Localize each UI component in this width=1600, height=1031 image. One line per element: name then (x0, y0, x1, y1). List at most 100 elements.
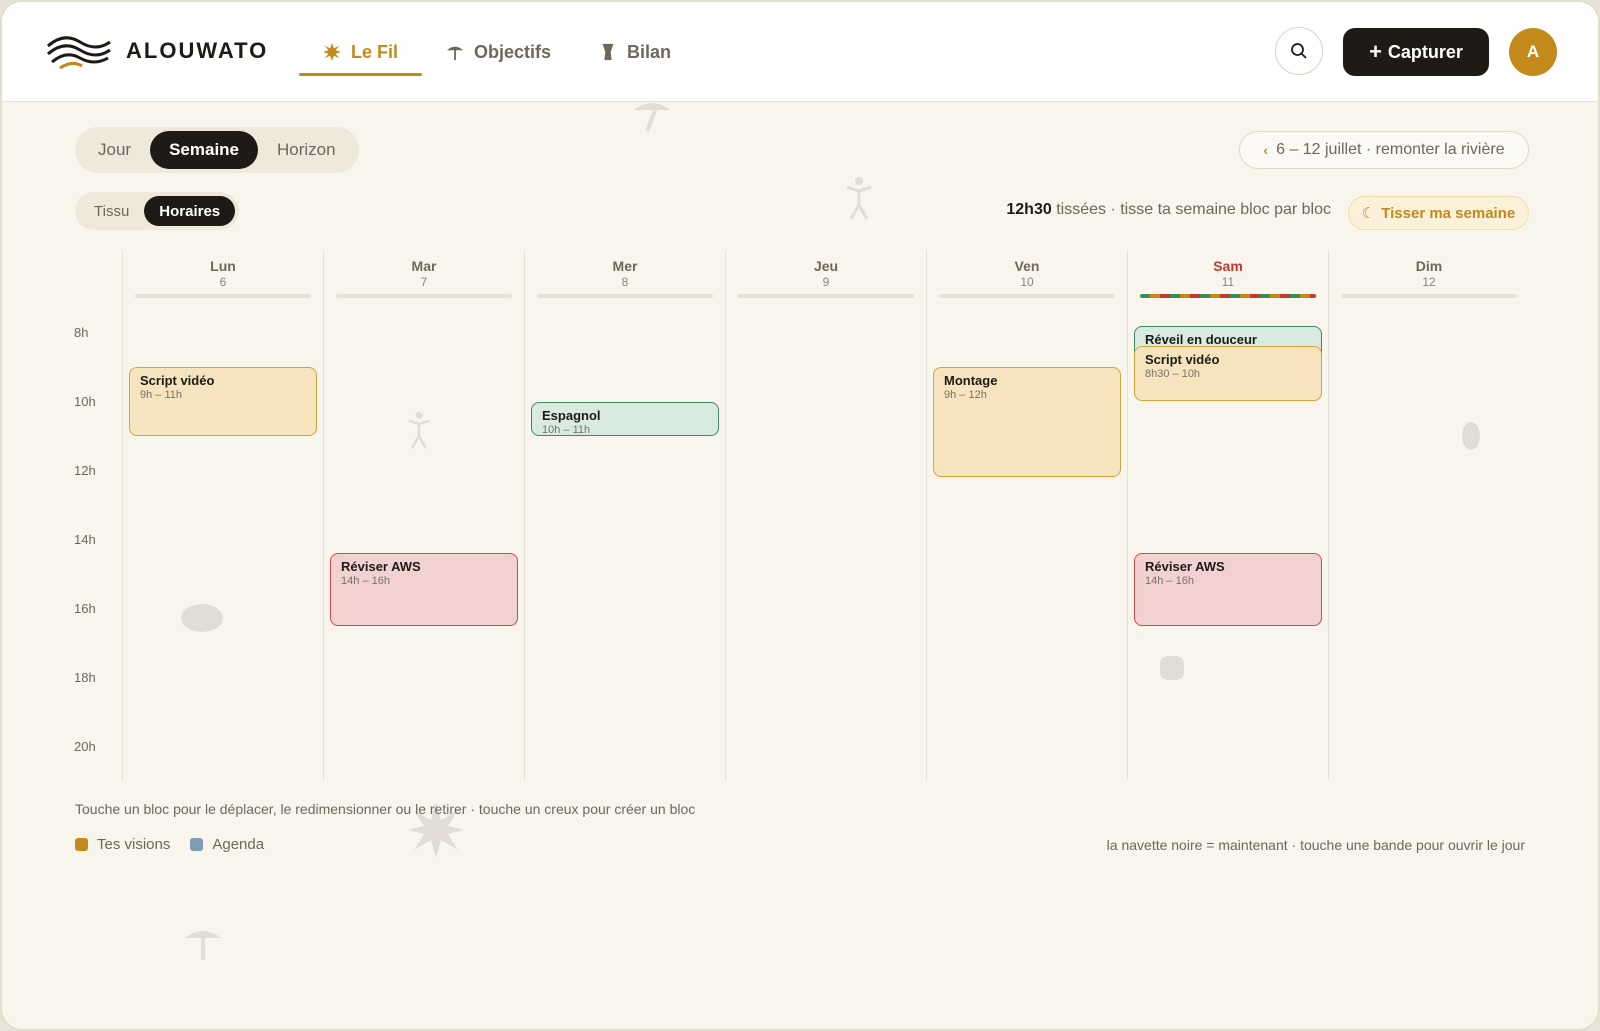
event-block[interactable]: Montage 9h – 12h (933, 367, 1121, 478)
summary-text: tissées · tisse ta semaine bloc par bloc (1056, 201, 1331, 218)
day-band[interactable] (537, 294, 713, 298)
main-nav: Le Fil Objectifs Bilan (299, 2, 695, 102)
user-avatar[interactable]: A (1509, 28, 1557, 76)
day-band[interactable] (738, 294, 914, 298)
umbrella-icon (446, 46, 464, 61)
day-name: Lun (210, 258, 236, 274)
event-block[interactable]: Réviser AWS 14h – 16h (330, 553, 518, 626)
day-column[interactable]: Ven 10 Montage 9h – 12h (926, 250, 1127, 780)
day-header[interactable]: Mer 8 (525, 258, 725, 289)
brand-name: ALOUWATO (126, 38, 269, 63)
day-number: 9 (822, 275, 830, 289)
event-title: Réviser AWS (341, 559, 421, 575)
view-switch: Jour Semaine Horizon (75, 127, 359, 173)
event-block[interactable]: Réviser AWS 14h – 16h (1134, 553, 1322, 626)
day-name: Mer (612, 258, 638, 274)
event-block[interactable]: Script vidéo 8h30 – 10h (1134, 346, 1322, 402)
sun-icon (323, 43, 341, 61)
mode-switch: Tissu Horaires (75, 192, 240, 230)
day-number: 6 (219, 275, 227, 289)
day-band[interactable] (1341, 294, 1517, 298)
event-block[interactable]: Script vidéo 9h – 11h (129, 367, 317, 436)
day-column[interactable]: Lun 6 Script vidéo 9h – 11h (122, 250, 323, 780)
day-number: 12 (1422, 275, 1436, 289)
event-time: 8h30 – 10h (1145, 368, 1201, 381)
event-time: 9h – 11h (140, 389, 183, 401)
legend-note: la navette noire = maintenant · touche u… (1106, 837, 1525, 853)
event-block[interactable]: Espagnol 10h – 11h (531, 401, 719, 436)
event-title: Script vidéo (140, 373, 215, 388)
day-name: Jeu (813, 258, 839, 274)
day-band[interactable] (939, 294, 1115, 298)
waves-logo-icon (47, 36, 111, 70)
day-header[interactable]: Jeu 9 (726, 258, 926, 289)
drum-icon (602, 43, 614, 61)
nav-tab-bilan[interactable]: Bilan (575, 2, 695, 102)
nav-tab-objectifs[interactable]: Objectifs (422, 2, 575, 102)
search-button[interactable] (1275, 27, 1323, 75)
day-band[interactable] (336, 294, 512, 298)
event-title: Montage (944, 373, 998, 388)
nav-tab-label: Le Fil (351, 41, 399, 62)
brand-logo[interactable]: ALOUWATO (46, 30, 268, 72)
legend-label: Tes visions (97, 836, 171, 853)
event-time: 14h – 16h (1145, 575, 1194, 588)
hour-label: 10h (74, 393, 96, 409)
moon-icon: ☾ (1361, 205, 1376, 222)
search-icon (1291, 43, 1307, 59)
week-range-button[interactable]: ‹ 6 – 12 juillet · remonter la rivière (1239, 131, 1529, 169)
usage-hint: Touche un bloc pour le déplacer, le redi… (75, 801, 696, 817)
day-band[interactable] (135, 294, 311, 298)
dancer-decoration-icon (846, 177, 872, 220)
event-title: Espagnol (542, 407, 601, 423)
day-column[interactable]: Jeu 9 (725, 250, 926, 780)
plus-icon: + (1369, 39, 1382, 64)
event-time: 14h – 16h (341, 575, 390, 588)
view-option-jour[interactable]: Jour (79, 131, 150, 169)
day-number: 11 (1221, 275, 1235, 289)
day-header[interactable]: Lun 6 (123, 258, 323, 289)
day-band[interactable] (1140, 294, 1316, 298)
day-column[interactable]: Mer 8 Espagnol 10h – 11h (524, 250, 725, 780)
hour-label: 18h (74, 669, 96, 685)
hour-label: 14h (74, 531, 96, 547)
week-summary: 12h30 tissées · tisse ta semaine bloc pa… (1006, 201, 1331, 219)
view-option-semaine[interactable]: Semaine (150, 131, 259, 169)
week-calendar: 8h 10h 12h 14h 16h 18h 20h Lun 6 Script vidéo 9h –… (2, 250, 1598, 785)
umbrella-decoration-icon-2 (185, 931, 221, 960)
nav-tab-le-fil[interactable]: Le Fil (299, 2, 423, 102)
event-time: 9h – 12h (944, 389, 987, 401)
umbrella-decoration-icon (634, 103, 670, 132)
capture-button[interactable]: + Capturer (1343, 28, 1489, 76)
legend: Tes visions Agenda (75, 836, 264, 853)
day-header[interactable]: Dim 12 (1329, 258, 1529, 289)
day-header[interactable]: Mar 7 (324, 258, 524, 289)
legend-item-agenda: Agenda (190, 836, 264, 853)
mode-option-tissu[interactable]: Tissu (79, 196, 144, 226)
day-header[interactable]: Ven 10 (927, 258, 1127, 289)
event-title: Script vidéo (1145, 352, 1220, 368)
day-number: 10 (1020, 275, 1034, 289)
hour-label: 20h (74, 738, 96, 754)
day-number: 7 (420, 275, 428, 289)
day-number: 8 (621, 275, 629, 289)
day-column[interactable]: Sam 11 Réveil en douceur Script vidéo 8h30 –… (1127, 250, 1328, 780)
chevron-left-icon: ‹ (1263, 142, 1269, 158)
legend-label: Agenda (212, 836, 265, 853)
top-bar: ALOUWATO Le Fil Objectifs Bilan + Captur… (2, 2, 1598, 102)
day-name: Sam (1213, 258, 1243, 274)
mode-option-horaires[interactable]: Horaires (144, 196, 236, 226)
app-window: ALOUWATO Le Fil Objectifs Bilan + Captur… (0, 0, 1600, 1031)
day-header[interactable]: Sam 11 (1128, 258, 1328, 289)
view-option-horizon[interactable]: Horizon (258, 131, 355, 169)
hour-label: 8h (74, 324, 89, 340)
nav-tab-label: Bilan (627, 41, 672, 62)
day-column[interactable]: Mar 7 Réviser AWS 14h – 16h (323, 250, 524, 780)
event-time: 10h – 11h (542, 423, 591, 436)
day-column[interactable]: Dim 12 (1328, 250, 1529, 780)
event-title: Réviser AWS (1145, 559, 1225, 575)
week-range-label: 6 – 12 juillet · remonter la rivière (1276, 141, 1505, 158)
day-name: Ven (1014, 258, 1040, 274)
legend-item-visions: Tes visions (75, 836, 170, 853)
weave-week-button[interactable]: ☾ Tisser ma semaine (1348, 196, 1529, 230)
